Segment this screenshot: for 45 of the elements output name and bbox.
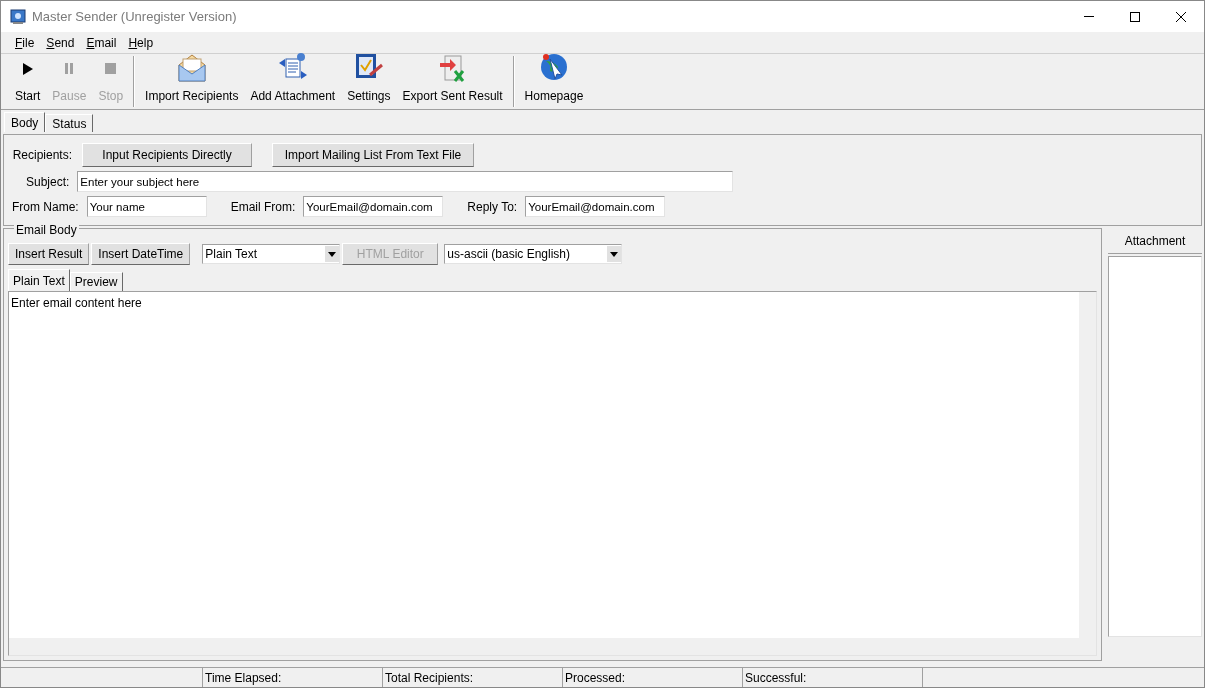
charset-dropdown[interactable]: us-ascii (basic English) xyxy=(444,244,623,264)
field-label: Subject: xyxy=(26,173,70,191)
pause-icon xyxy=(64,63,75,74)
status-field: Processed: xyxy=(563,668,743,687)
menu-item[interactable]: File xyxy=(9,33,41,52)
window-title: Master Sender (Unregister Version) xyxy=(32,7,237,26)
text-field[interactable]: YourEmail@domain.com xyxy=(303,196,444,217)
attachment-header: Attachment xyxy=(1108,228,1202,254)
insert-button[interactable]: Insert DateTime xyxy=(91,243,191,265)
envelope-icon xyxy=(176,53,207,83)
toolbar-button[interactable]: Settings xyxy=(341,54,397,109)
app-icon xyxy=(10,8,26,25)
status-field: Total Recipients: xyxy=(383,668,563,687)
menu-item[interactable]: Send xyxy=(40,33,81,52)
insert-button[interactable]: Insert Result xyxy=(8,243,90,265)
field-label: Email From: xyxy=(230,198,296,216)
status-field: Time Elapsed: xyxy=(203,668,383,687)
import-button[interactable]: Input Recipients Directly xyxy=(82,143,252,167)
text-field[interactable]: YourEmail@domain.com xyxy=(525,196,666,217)
menu-item[interactable]: Email xyxy=(80,33,123,52)
minimize-icon xyxy=(1084,16,1094,17)
toolbar-button[interactable]: Homepage xyxy=(518,54,590,109)
maximize-icon xyxy=(1130,11,1140,22)
menu-item[interactable]: Help xyxy=(122,33,160,52)
toolbar-button[interactable]: Start xyxy=(9,54,47,109)
field-label: From Name: xyxy=(12,198,79,216)
toolbar-button[interactable]: Export Sent Result xyxy=(396,54,509,109)
field-label: Reply To: xyxy=(467,198,518,216)
email-content-area[interactable]: Enter email content here xyxy=(8,291,1097,656)
tab[interactable]: Status xyxy=(45,114,94,132)
import-button[interactable]: Import Mailing List From Text File xyxy=(272,143,474,167)
toolbar-button[interactable]: Import Recipients xyxy=(139,54,245,109)
text-field[interactable]: Your name xyxy=(86,196,207,217)
tab[interactable]: Body xyxy=(4,112,46,132)
play-icon xyxy=(21,62,34,75)
close-icon xyxy=(1176,11,1186,22)
tab[interactable]: Preview xyxy=(69,272,123,291)
recipients-label: Recipients: xyxy=(12,147,72,164)
status-field: Successful: xyxy=(743,668,923,687)
toolbar-button[interactable]: Add Attachment xyxy=(244,54,342,109)
email-content-text: Enter email content here xyxy=(11,296,142,310)
stop-icon xyxy=(105,63,117,74)
text-field[interactable]: Enter your subject here xyxy=(77,171,734,192)
tab[interactable]: Plain Text xyxy=(8,269,70,291)
format-dropdown[interactable]: Plain Text xyxy=(202,244,341,264)
